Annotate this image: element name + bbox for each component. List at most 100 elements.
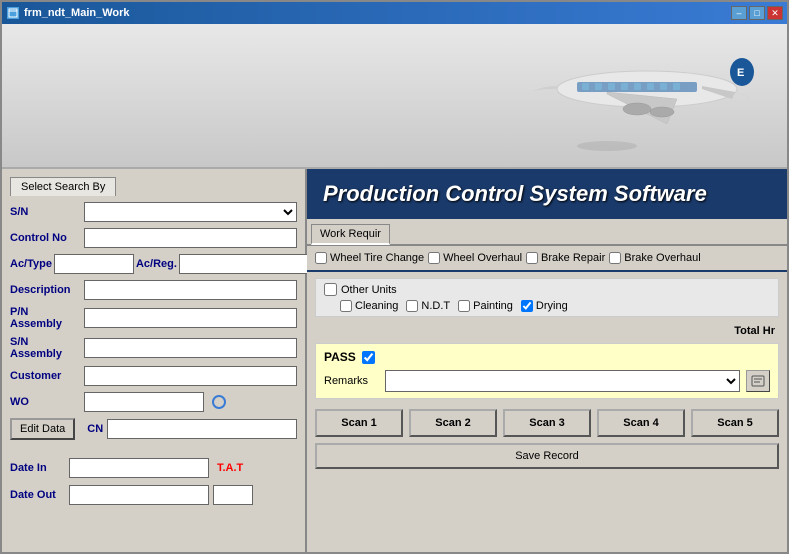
control-no-input[interactable] — [84, 228, 297, 248]
description-label: Description — [10, 284, 80, 296]
sn-assembly-label: S/N Assembly — [10, 336, 80, 360]
work-tab-bar: Work Requir — [307, 219, 787, 246]
scan3-button[interactable]: Scan 3 — [503, 409, 591, 437]
customer-input[interactable] — [84, 366, 297, 386]
sn-select[interactable] — [84, 202, 297, 222]
right-panel: Production Control System Software Work … — [307, 169, 787, 552]
ndt-label: N.D.T — [421, 300, 450, 312]
scan-buttons-row: Scan 1 Scan 2 Scan 3 Scan 4 Scan 5 — [307, 403, 787, 443]
window-body: E Select Search By S/N — [2, 24, 787, 552]
tat-value-input[interactable]: 0 — [213, 485, 253, 505]
pn-assembly-row: P/N Assembly — [10, 306, 297, 330]
painting-label: Painting — [473, 300, 513, 312]
customer-label: Customer — [10, 370, 80, 382]
total-hr-row: Total Hr — [307, 323, 787, 339]
other-units-checkbox[interactable] — [324, 283, 337, 296]
wo-label: WO — [10, 396, 80, 408]
cleaning-item: Cleaning — [340, 300, 398, 312]
remarks-row: Remarks — [324, 370, 770, 392]
main-area: Select Search By S/N Control No Ac/Type — [2, 169, 787, 552]
pn-assembly-label: P/N Assembly — [10, 306, 80, 330]
production-header: Production Control System Software — [307, 169, 787, 219]
brake-overhaul-item: Brake Overhaul — [609, 252, 700, 264]
edit-data-button[interactable]: Edit Data — [10, 418, 75, 440]
wo-cursor-icon — [212, 395, 226, 409]
minimize-button[interactable]: – — [731, 6, 747, 20]
actype-input[interactable] — [54, 254, 134, 274]
actype-row: Ac/Type Ac/Reg. — [10, 254, 297, 274]
scan1-button[interactable]: Scan 1 — [315, 409, 403, 437]
date-out-row: Date Out 0 — [10, 485, 297, 505]
scan5-button[interactable]: Scan 5 — [691, 409, 779, 437]
production-title: Production Control System Software — [323, 181, 707, 206]
close-button[interactable]: ✕ — [767, 6, 783, 20]
other-units-checkboxes: Cleaning N.D.T Painting Drying — [324, 300, 770, 312]
sn-row: S/N — [10, 202, 297, 222]
pn-assembly-input[interactable] — [84, 308, 297, 328]
wheel-tire-change-label: Wheel Tire Change — [330, 252, 424, 264]
drying-label: Drying — [536, 300, 568, 312]
brake-repair-label: Brake Repair — [541, 252, 605, 264]
date-in-row: Date In T.A.T — [10, 458, 297, 478]
cn-label: CN — [87, 423, 103, 435]
wo-row: WO — [10, 392, 297, 412]
brake-overhaul-checkbox[interactable] — [609, 252, 621, 264]
save-record-button[interactable]: Save Record — [315, 443, 779, 469]
pass-section: PASS Remarks — [315, 343, 779, 399]
wheel-overhaul-checkbox[interactable] — [428, 252, 440, 264]
search-tab-container: Select Search By — [10, 177, 297, 196]
date-out-input[interactable] — [69, 485, 209, 505]
description-row: Description — [10, 280, 297, 300]
work-requir-tab[interactable]: Work Requir — [311, 224, 390, 245]
main-window: frm_ndt_Main_Work – □ ✕ — [0, 0, 789, 554]
cleaning-label: Cleaning — [355, 300, 398, 312]
date-in-input[interactable] — [69, 458, 209, 478]
cn-input[interactable] — [107, 419, 297, 439]
other-units-label-row: Other Units — [324, 283, 770, 296]
window-controls: – □ ✕ — [731, 6, 783, 20]
remarks-action-button[interactable] — [746, 370, 770, 392]
sn-label: S/N — [10, 206, 80, 218]
remarks-label: Remarks — [324, 375, 379, 387]
scan2-button[interactable]: Scan 2 — [409, 409, 497, 437]
window-icon — [6, 6, 20, 20]
pass-checkbox[interactable] — [362, 351, 375, 364]
brake-overhaul-label: Brake Overhaul — [624, 252, 700, 264]
scan4-button[interactable]: Scan 4 — [597, 409, 685, 437]
date-in-label: Date In — [10, 462, 65, 474]
top-banner: E — [2, 24, 787, 169]
sn-assembly-row: S/N Assembly — [10, 336, 297, 360]
total-hr-label: Total Hr — [734, 325, 775, 337]
drying-checkbox[interactable] — [521, 300, 533, 312]
plane-image: E — [507, 34, 767, 157]
remarks-select[interactable] — [385, 370, 740, 392]
painting-item: Painting — [458, 300, 513, 312]
maximize-button[interactable]: □ — [749, 6, 765, 20]
brake-repair-checkbox[interactable] — [526, 252, 538, 264]
wheel-tire-change-checkbox[interactable] — [315, 252, 327, 264]
control-no-row: Control No — [10, 228, 297, 248]
sn-assembly-input[interactable] — [84, 338, 297, 358]
other-units-label: Other Units — [341, 284, 397, 296]
acreg-label: Ac/Reg. — [136, 258, 177, 270]
other-units-section: Other Units Cleaning N.D.T — [315, 278, 779, 317]
date-out-label: Date Out — [10, 489, 65, 501]
wheel-tire-change-item: Wheel Tire Change — [315, 252, 424, 264]
wheel-overhaul-label: Wheel Overhaul — [443, 252, 522, 264]
ndt-checkbox[interactable] — [406, 300, 418, 312]
search-by-tab[interactable]: Select Search By — [10, 177, 116, 196]
window-title: frm_ndt_Main_Work — [24, 7, 727, 19]
edit-cn-row: Edit Data CN — [10, 418, 297, 440]
tat-label: T.A.T — [217, 462, 243, 474]
spacer — [10, 446, 297, 454]
painting-checkbox[interactable] — [458, 300, 470, 312]
description-input[interactable] — [84, 280, 297, 300]
drying-item: Drying — [521, 300, 568, 312]
brake-repair-item: Brake Repair — [526, 252, 605, 264]
cleaning-checkbox[interactable] — [340, 300, 352, 312]
ndt-item: N.D.T — [406, 300, 450, 312]
wo-input[interactable] — [84, 392, 204, 412]
actype-label: Ac/Type — [10, 258, 52, 270]
control-no-label: Control No — [10, 232, 80, 244]
customer-row: Customer — [10, 366, 297, 386]
